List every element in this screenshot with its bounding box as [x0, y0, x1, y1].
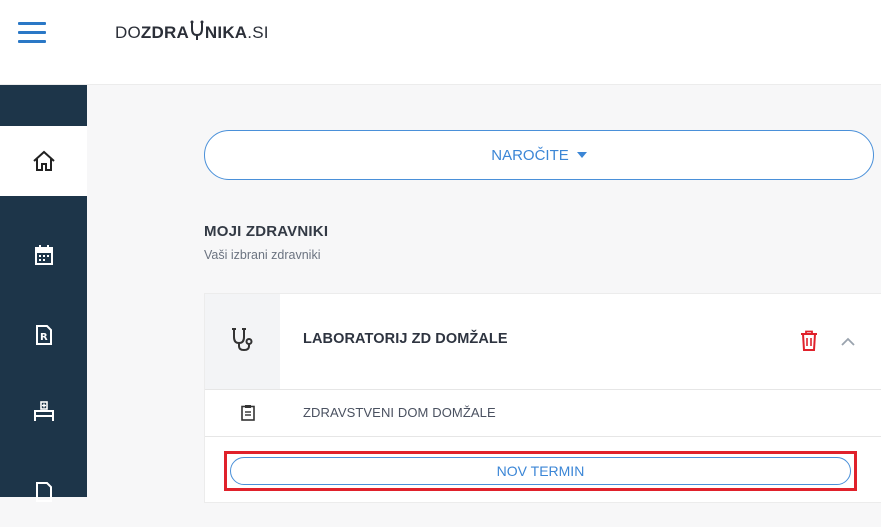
logo[interactable]: DOZDRA NIKA.SI: [115, 20, 269, 47]
new-appointment-button[interactable]: NOV TERMIN: [230, 457, 851, 485]
clipboard-icon: [241, 404, 255, 426]
doctor-card-title: LABORATORIJ ZD DOMŽALE: [303, 331, 508, 347]
trash-icon[interactable]: [800, 330, 818, 356]
chevron-up-icon[interactable]: [841, 334, 855, 352]
document-icon: [35, 482, 53, 502]
sidebar-item-prescriptions[interactable]: R: [0, 300, 87, 370]
section-title: MOJI ZDRAVNIKI: [204, 223, 329, 240]
sidebar-item-calendar[interactable]: [0, 220, 87, 290]
top-bar: DOZDRA NIKA.SI: [0, 0, 881, 85]
main-content: NAROČITE MOJI ZDRAVNIKI Vaši izbrani zdr…: [87, 85, 881, 503]
home-icon: [32, 150, 56, 172]
hospital-bed-icon: [33, 401, 55, 423]
new-appointment-label: NOV TERMIN: [496, 463, 585, 479]
highlight-box: NOV TERMIN: [224, 451, 857, 491]
location-name: ZDRAVSTVENI DOM DOMŽALE: [303, 405, 496, 420]
sidebar-item-home[interactable]: [0, 126, 87, 196]
order-dropdown-button[interactable]: NAROČITE: [204, 130, 874, 180]
stethoscope-logo-icon: [190, 20, 204, 47]
stethoscope-icon: [230, 326, 256, 357]
doctor-card: LABORATORIJ ZD DOMŽALE ZDRAVSTVENI DOM D…: [204, 293, 881, 503]
order-button-label: NAROČITE: [491, 146, 569, 164]
prescription-document-icon: R: [35, 325, 53, 345]
menu-icon[interactable]: [18, 22, 46, 44]
svg-text:R: R: [40, 332, 48, 343]
doctor-card-header[interactable]: LABORATORIJ ZD DOMŽALE: [205, 294, 881, 390]
section-subtitle: Vaši izbrani zdravniki: [204, 248, 321, 262]
calendar-icon: [34, 245, 53, 265]
sidebar: R: [0, 85, 87, 502]
sidebar-item-documents[interactable]: [0, 457, 87, 527]
card-icon-cell: [205, 294, 280, 389]
caret-down-icon: [576, 152, 587, 158]
location-row: ZDRAVSTVENI DOM DOMŽALE: [205, 390, 881, 437]
sidebar-item-hospital[interactable]: [0, 377, 87, 447]
